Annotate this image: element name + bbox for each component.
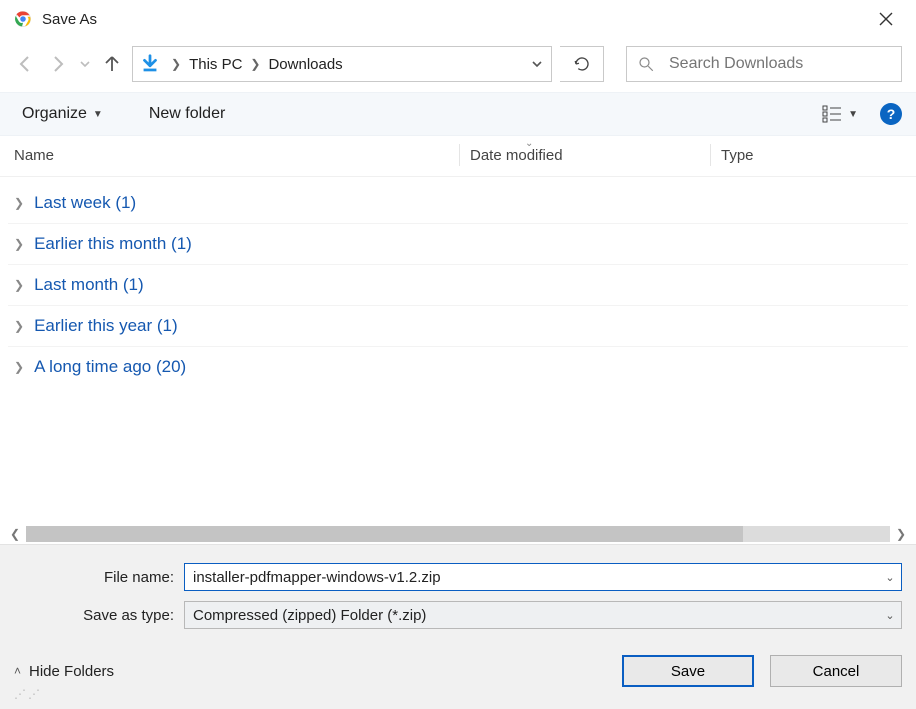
column-name[interactable]: Name [14,147,459,164]
filename-value: installer-pdfmapper-windows-v1.2.zip [193,569,879,586]
resize-grip-icon[interactable]: ⋰⋰ [14,691,902,697]
chrome-icon [14,10,32,28]
save-as-type-label: Save as type: [14,607,184,624]
bottom-panel: File name: installer-pdfmapper-windows-v… [0,544,916,709]
view-options-button[interactable]: ▼ [818,101,862,127]
group-label: Last month (1) [34,275,144,295]
caret-down-icon: ▼ [93,109,103,120]
new-folder-button[interactable]: New folder [141,101,233,127]
window-title: Save As [42,11,97,28]
horizontal-scrollbar[interactable]: ❮ ❯ [0,524,916,544]
hide-folders-label: Hide Folders [29,663,114,680]
search-box[interactable] [626,46,902,82]
column-type[interactable]: Type [721,147,902,164]
back-button[interactable] [14,52,38,76]
breadcrumb-downloads[interactable]: Downloads [264,56,346,73]
group-last-month[interactable]: ❯ Last month (1) [8,265,908,306]
path-box[interactable]: ❯ This PC ❯ Downloads [132,46,552,82]
forward-button[interactable] [46,52,70,76]
chevron-right-icon: ❯ [14,237,24,251]
breadcrumb-this-pc[interactable]: This PC [185,56,246,73]
group-label: Earlier this year (1) [34,316,178,336]
chevron-right-icon[interactable]: ❯ [167,57,185,71]
cancel-button[interactable]: Cancel [770,655,902,687]
filename-label: File name: [14,569,184,586]
column-date-label: Date modified [470,147,563,164]
scroll-thumb[interactable] [26,526,743,542]
group-label: A long time ago (20) [34,357,186,377]
group-a-long-time-ago[interactable]: ❯ A long time ago (20) [8,347,908,387]
column-date-modified[interactable]: ⌄ Date modified [470,147,710,164]
new-folder-label: New folder [149,105,225,123]
save-button[interactable]: Save [622,655,754,687]
downloads-icon [133,53,167,75]
filename-input[interactable]: installer-pdfmapper-windows-v1.2.zip ⌄ [184,563,902,591]
sort-indicator-icon: ⌄ [525,138,533,149]
save-as-type-select[interactable]: Compressed (zipped) Folder (*.zip) ⌄ [184,601,902,629]
group-earlier-this-year[interactable]: ❯ Earlier this year (1) [8,306,908,347]
dropdown-icon[interactable]: ⌄ [879,609,901,622]
chevron-right-icon: ❯ [14,196,24,210]
file-list: ❯ Last week (1) ❯ Earlier this month (1)… [0,177,916,524]
chevron-right-icon: ❯ [14,319,24,333]
column-headers: Name ⌄ Date modified Type [0,136,916,177]
organize-button[interactable]: Organize ▼ [14,101,111,127]
title-bar: Save As [0,0,916,38]
group-earlier-this-month[interactable]: ❯ Earlier this month (1) [8,224,908,265]
toolbar: Organize ▼ New folder ▼ ? [0,92,916,136]
dropdown-icon[interactable]: ⌄ [879,571,901,584]
group-label: Earlier this month (1) [34,234,192,254]
column-name-label: Name [14,147,54,164]
refresh-button[interactable] [560,46,604,82]
column-type-label: Type [721,147,754,164]
group-last-week[interactable]: ❯ Last week (1) [8,183,908,224]
chevron-right-icon[interactable]: ❯ [246,57,264,71]
organize-label: Organize [22,105,87,123]
chevron-right-icon: ❯ [14,278,24,292]
chevron-up-icon: ˄ [14,664,21,678]
help-button[interactable]: ? [880,103,902,125]
path-dropdown-icon[interactable] [523,58,551,70]
up-button[interactable] [100,52,124,76]
hide-folders-button[interactable]: ˄ Hide Folders [14,663,114,680]
chevron-right-icon: ❯ [14,360,24,374]
group-label: Last week (1) [34,193,136,213]
caret-down-icon: ▼ [848,109,858,120]
footer-row: ˄ Hide Folders Save Cancel [14,655,902,687]
scroll-right-icon[interactable]: ❯ [892,527,910,541]
navigation-row: ❯ This PC ❯ Downloads [0,38,916,92]
search-input[interactable] [667,54,891,74]
search-icon [637,55,655,73]
close-button[interactable] [866,3,906,35]
scroll-left-icon[interactable]: ❮ [6,527,24,541]
save-as-type-value: Compressed (zipped) Folder (*.zip) [193,607,879,624]
scroll-track[interactable] [26,526,890,542]
recent-dropdown-icon[interactable] [78,52,92,76]
